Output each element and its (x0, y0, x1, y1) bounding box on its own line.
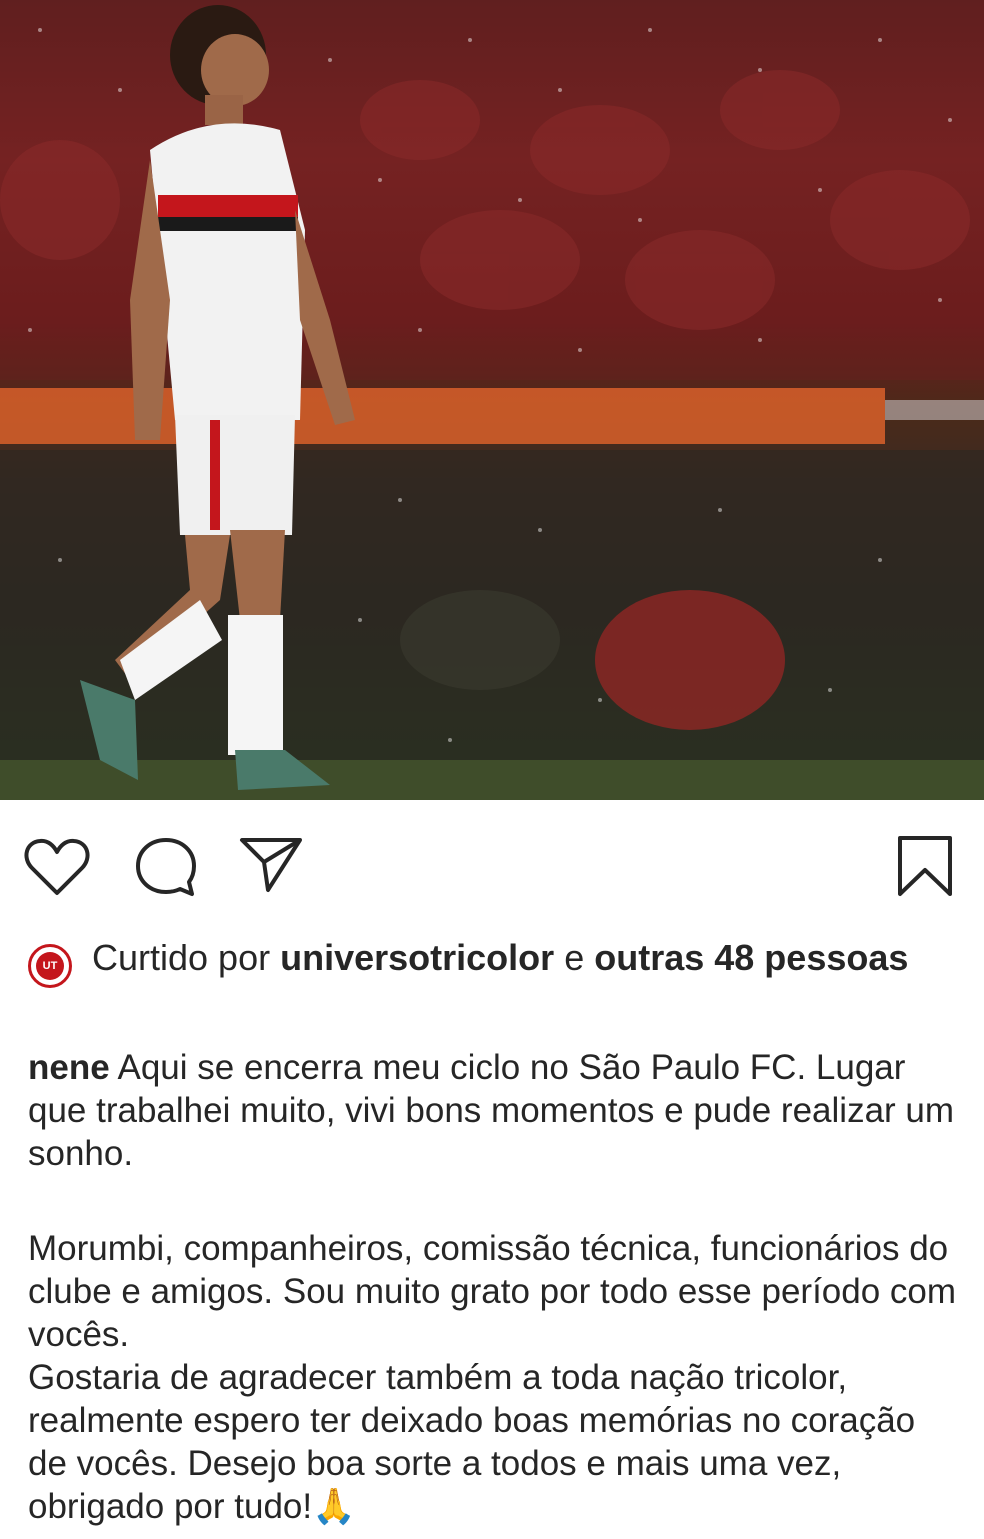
photo-illustration (0, 0, 984, 800)
post-caption: nene Aqui se encerra meu ciclo no São Pa… (28, 1046, 958, 1528)
likes-summary: UT Curtido por universotricolor e outras… (28, 936, 948, 988)
heart-icon[interactable] (24, 838, 90, 896)
paper-plane-icon[interactable] (238, 834, 304, 894)
post-actions-bar (0, 800, 984, 930)
caption-username-link[interactable]: nene (28, 1048, 110, 1087)
post-photo[interactable] (0, 0, 984, 800)
likes-others-link[interactable]: outras 48 pessoas (594, 937, 908, 978)
liked-by-user-link[interactable]: universotricolor (280, 937, 554, 978)
caption-text-1: Aqui se encerra meu ciclo no São Paulo F… (28, 1048, 955, 1173)
club-logo-icon: UT (36, 952, 64, 980)
bookmark-icon[interactable] (896, 834, 954, 898)
likes-prefix: Curtido por (92, 937, 271, 978)
caption-paragraph-2: Morumbi, companheiros, comissão técnica,… (28, 1229, 957, 1354)
avatar[interactable]: UT (28, 944, 72, 988)
caption-paragraph-1: nene Aqui se encerra meu ciclo no São Pa… (28, 1046, 958, 1175)
caption-paragraph-3: Gostaria de agradecer também a toda naçã… (28, 1358, 916, 1526)
comment-bubble-icon[interactable] (134, 836, 198, 898)
likes-connector: e (564, 937, 585, 978)
